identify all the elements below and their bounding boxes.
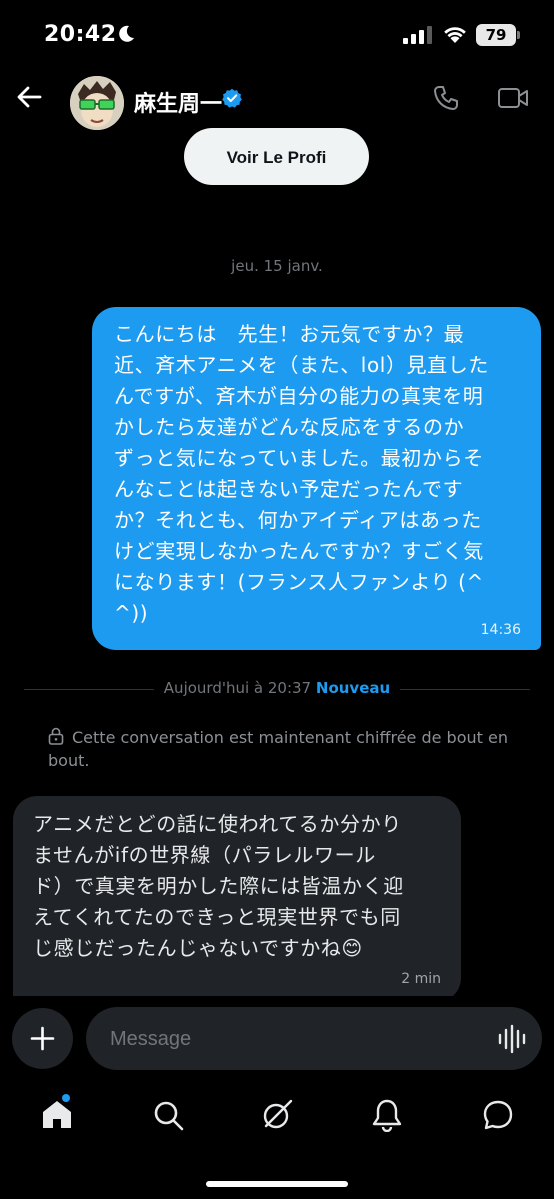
phone-icon[interactable] (432, 84, 460, 112)
avatar-illustration (70, 76, 124, 130)
plus-icon (30, 1026, 55, 1051)
contact-name[interactable]: 麻生周一 (134, 86, 222, 118)
encryption-notice: Cette conversation est maintenant chiffr… (48, 726, 528, 772)
video-camera-icon[interactable] (497, 86, 529, 110)
avatar[interactable] (70, 76, 124, 130)
outgoing-message-bubble[interactable]: こんにちは 先生！お元気ですか？最 近、斉木アニメを（また、lol）見直した ん… (92, 307, 541, 650)
message-line: んなことは起きない予定だったんです (114, 477, 464, 501)
new-messages-separator: Aujourd'hui à 20:37 Nouveau (24, 678, 530, 700)
new-badge: Nouveau (315, 679, 391, 697)
message-line: ^)) (114, 601, 149, 625)
message-line: アニメだとどの話に使われてるか分かり (33, 812, 402, 836)
incoming-message-time: 2 min (401, 971, 441, 987)
message-line: になります！(フランス人ファンより (^ (114, 570, 484, 594)
verified-badge-icon (222, 88, 242, 108)
add-attachment-button[interactable] (12, 1008, 73, 1069)
moon-icon (119, 25, 134, 42)
status-time: 20:42 (44, 22, 117, 47)
separator-time: Aujourd'hui à 20:37 (163, 679, 312, 697)
message-line: か？それとも、何かアイディアはあった (114, 508, 482, 532)
message-line: けど実現しなかったんですか？すごく気 (114, 539, 484, 563)
message-line: こんにちは 先生！お元気ですか？最 (114, 322, 465, 346)
battery-tip (517, 31, 520, 39)
message-line: かしたら友達がどんな反応をするのか (114, 415, 465, 439)
cellular-signal-icon (403, 26, 432, 44)
search-icon[interactable] (151, 1098, 185, 1132)
incoming-message-bubble[interactable]: アニメだとどの話に使われてるか分かり ませんがifの世界線（パラレルワール ド）… (13, 796, 461, 1002)
incoming-message-text: アニメだとどの話に使われてるか分かり ませんがifの世界線（パラレルワール ド）… (33, 809, 443, 964)
date-separator: jeu. 15 janv. (231, 257, 323, 275)
message-line: えてくれてたのできっと現実世界でも同 (33, 905, 401, 929)
encryption-notice-text: Cette conversation est maintenant chiffr… (48, 728, 508, 770)
message-line: じ感じだったんじゃないですかね😊 (33, 936, 363, 960)
grok-icon[interactable] (260, 1098, 294, 1132)
status-bar: 20:42 79 (0, 0, 554, 70)
message-line: ずっと気になっていました。最初からそ (114, 446, 484, 470)
outgoing-message-text: こんにちは 先生！お元気ですか？最 近、斉木アニメを（また、lol）見直した ん… (114, 319, 521, 629)
message-input-container (86, 1007, 542, 1072)
message-line: 近、斉木アニメを（また、lol）見直した (114, 353, 489, 377)
message-line: ませんがifの世界線（パラレルワール (33, 843, 376, 867)
notifications-icon[interactable] (370, 1098, 404, 1132)
home-icon[interactable] (40, 1098, 74, 1132)
outgoing-message-time: 14:36 (480, 622, 521, 638)
messages-icon[interactable] (481, 1098, 515, 1132)
back-arrow-icon[interactable] (14, 82, 44, 112)
view-profile-button[interactable]: Voir Le Profi (184, 128, 369, 185)
message-input[interactable] (108, 1007, 492, 1072)
wifi-icon (444, 27, 466, 43)
voice-waveform-icon[interactable] (498, 1024, 526, 1054)
home-indicator (206, 1181, 348, 1187)
unread-dot (62, 1094, 70, 1102)
message-line: ド）で真実を明かした際には皆温かく迎 (33, 874, 404, 898)
battery-indicator: 79 (476, 24, 516, 46)
separator-label: Aujourd'hui à 20:37 Nouveau (24, 679, 530, 697)
message-line: んですが、斉木が自分の能力の真実を明 (114, 384, 484, 408)
lock-icon (48, 727, 64, 745)
